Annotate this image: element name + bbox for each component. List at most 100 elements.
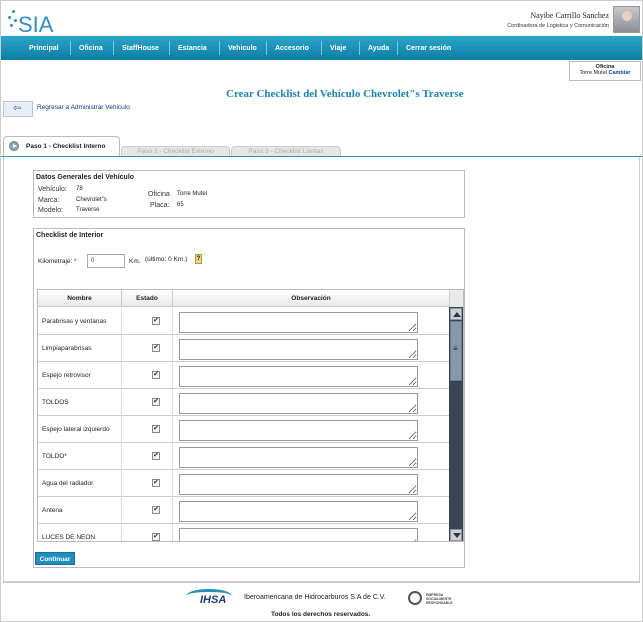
footer-divider (3, 582, 640, 583)
tab-paso-1[interactable]: Paso 1 - Checklist Interno (3, 136, 120, 157)
table-row: TOLDOS ✔ (38, 389, 449, 416)
observation-field[interactable] (179, 339, 418, 360)
nav-staffhouse[interactable]: StaffHouse (122, 45, 159, 52)
marca-value: Chevrolet"s (76, 197, 107, 203)
back-link[interactable]: Regresar a Administrar Vehiculo (37, 104, 130, 111)
table-row: Espejo retrovisor ✔ (38, 362, 449, 389)
row-name: Espejo retrovisor (42, 372, 91, 379)
nav-ayuda[interactable]: Ayuda (368, 45, 389, 52)
ihsa-logo: IHSA (186, 589, 238, 607)
status-checkbox[interactable]: ✔ (152, 425, 160, 433)
help-icon[interactable]: ? (195, 254, 202, 264)
observation-field[interactable] (179, 420, 418, 441)
observation-field[interactable] (179, 474, 418, 495)
grid-header: Nombre Estado Observación (38, 290, 449, 307)
checklist-legend: Checklist de Interior (36, 232, 104, 239)
ihsa-logo-text: IHSA (200, 594, 227, 606)
observation-field[interactable] (179, 447, 418, 468)
row-name: Espejo lateral izquierdo (42, 426, 110, 433)
nav-cerrar-sesion[interactable]: Cerrar sesión (406, 45, 451, 52)
row-name: TOLDOS (42, 399, 69, 406)
placa-value: 65 (177, 202, 184, 208)
row-name: TOLDO* (42, 453, 67, 460)
table-row: Antena ✔ (38, 497, 449, 524)
back-arrow-icon[interactable] (3, 101, 33, 117)
grid-corner (449, 290, 463, 307)
oficina-label: Oficina (148, 191, 170, 198)
general-legend: Datos Generales del Vehículo (36, 174, 135, 181)
vehiculo-label: Vehículo: (38, 186, 67, 193)
tab-paso-1-label: Paso 1 - Checklist Interno (26, 143, 106, 150)
observation-field[interactable] (179, 393, 418, 414)
modelo-label: Modelo: (38, 207, 63, 214)
observation-field[interactable] (179, 528, 418, 541)
office-box: Oficina Torre Mutel Cambiar (569, 61, 641, 81)
placa-label: Placa: (150, 202, 170, 209)
status-checkbox[interactable]: ✔ (152, 398, 160, 406)
observation-field[interactable] (179, 366, 418, 387)
change-office-link[interactable]: Cambiar (609, 70, 631, 76)
nav-oficina[interactable]: Oficina (79, 45, 103, 52)
scroll-up-icon[interactable] (450, 308, 462, 320)
table-row: Agua del radiador ✔ (38, 470, 449, 497)
user-name: Nayibe Carrillo Sanchez (530, 11, 609, 20)
esr-badge-text: EMPRESA SOCIALMENTE RESPONSABLE (426, 593, 453, 605)
main-nav: Principal Oficina StaffHouse Estancia Ve… (1, 36, 642, 60)
logo-text: SIA (18, 12, 54, 37)
nav-vehiculo[interactable]: Vehiculo (228, 45, 257, 52)
esr-badge: EMPRESA SOCIALMENTE RESPONSABLE (408, 589, 454, 607)
km-unit: Km. (129, 258, 141, 265)
table-row: LUCES DE NEON ✔ (38, 524, 449, 541)
play-icon (9, 141, 19, 151)
observation-field[interactable] (179, 312, 418, 333)
km-input[interactable]: 0 (87, 254, 125, 268)
office-name: Torre Mutel (579, 70, 607, 76)
km-last: (último: 0 Km.) (145, 256, 188, 263)
col-estado[interactable]: Estado (122, 295, 172, 302)
tab-paso-2[interactable]: Paso 2 - Checklist Externo (121, 146, 230, 156)
grid-scrollbar[interactable] (449, 307, 463, 541)
avatar[interactable] (613, 6, 640, 33)
row-name: Limpiaparabrisas (42, 345, 92, 352)
continue-button[interactable]: Continuar (35, 552, 75, 565)
status-checkbox[interactable]: ✔ (152, 317, 160, 325)
nav-principal[interactable]: Principal (29, 45, 59, 52)
vehiculo-value: 78 (76, 186, 83, 192)
table-row: Espejo lateral izquierdo ✔ (38, 416, 449, 443)
row-name: LUCES DE NEON (42, 534, 96, 541)
status-checkbox[interactable]: ✔ (152, 371, 160, 379)
sia-logo[interactable]: SIA (6, 8, 66, 37)
col-nombre[interactable]: Nombre (38, 295, 121, 302)
status-checkbox[interactable]: ✔ (152, 344, 160, 352)
nav-accesorio[interactable]: Accesorio (275, 45, 309, 52)
nav-viaje[interactable]: Viaje (330, 45, 346, 52)
user-role: Cordinadora de Logistica y Comunicación (507, 23, 609, 29)
company-name: Iberoamericana de Hidrocarburos S.A de C… (244, 594, 386, 601)
row-name: Agua del radiador (42, 480, 94, 487)
status-checkbox[interactable]: ✔ (152, 452, 160, 460)
tab-paso-3[interactable]: Paso 3 - Checklist Llantas (231, 146, 341, 156)
scroll-thumb[interactable] (450, 321, 462, 381)
interior-checklist: Checklist de Interior Kilometraje: * 0 K… (33, 228, 465, 568)
user-info: Nayibe Carrillo Sanchez Cordinadora de L… (507, 11, 609, 29)
row-name: Antena (42, 507, 63, 514)
esr-circle-icon (408, 591, 422, 605)
table-row: Parabrisas y ventanas ✔ (38, 308, 449, 335)
status-checkbox[interactable]: ✔ (152, 506, 160, 514)
table-row: TOLDO* ✔ (38, 443, 449, 470)
status-checkbox[interactable]: ✔ (152, 533, 160, 541)
page-title: Crear Checklist del Vehículo Chevrolet"s… (226, 88, 464, 100)
vehicle-general-data: Datos Generales del Vehículo Vehículo: 7… (33, 170, 465, 218)
copyright: Todos los derechos reservados. (271, 611, 371, 618)
table-row: Limpiaparabrisas ✔ (38, 335, 449, 362)
scroll-down-icon[interactable] (450, 529, 462, 541)
km-label: Kilometraje: * (38, 258, 77, 265)
observation-field[interactable] (179, 501, 418, 522)
col-observacion[interactable]: Observación (173, 295, 449, 302)
status-checkbox[interactable]: ✔ (152, 479, 160, 487)
modelo-value: Traverse (76, 207, 100, 213)
nav-estancia[interactable]: Estancia (178, 45, 207, 52)
oficina-value: Torre Mutel (177, 191, 208, 197)
marca-label: Marca: (38, 197, 60, 204)
row-name: Parabrisas y ventanas (42, 318, 107, 325)
